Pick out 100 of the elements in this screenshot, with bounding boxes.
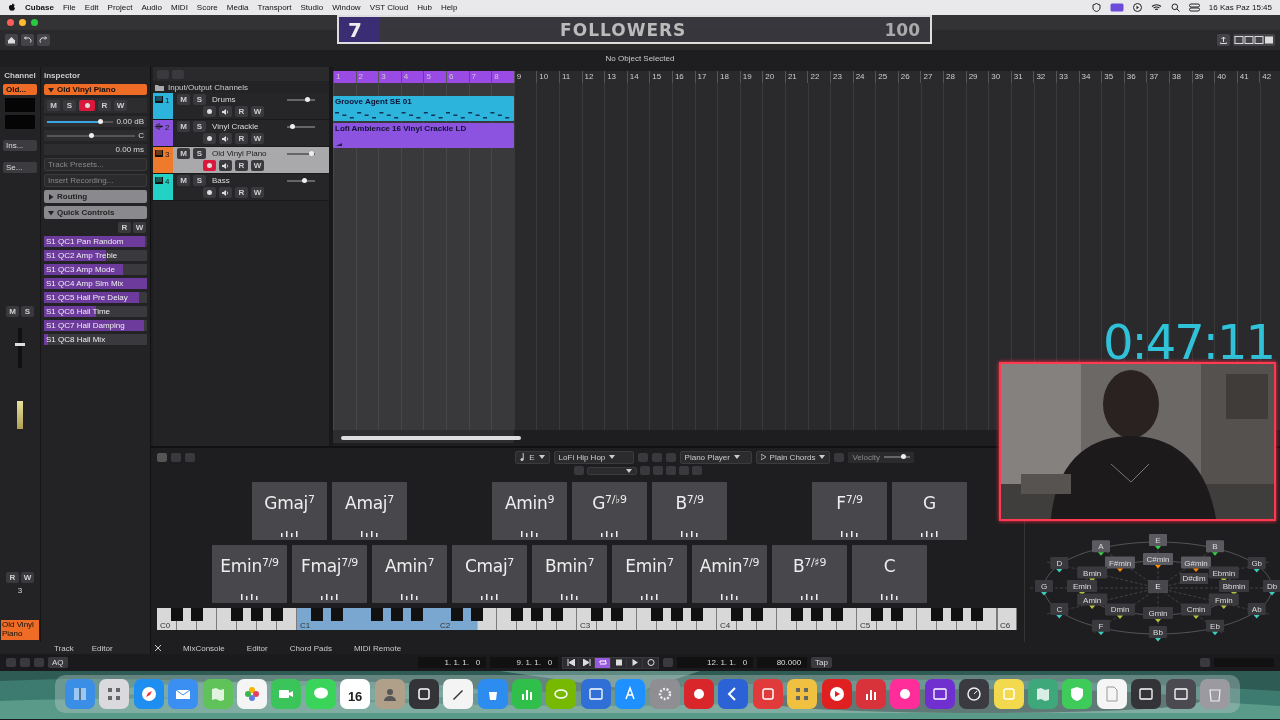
chord-pad[interactable]: C [852, 544, 927, 603]
doc-app-icon[interactable] [1096, 679, 1127, 709]
bars-app-icon[interactable] [512, 679, 543, 709]
camera-app-icon[interactable] [271, 679, 302, 709]
velocity-control[interactable]: Velocity [848, 451, 914, 463]
mute-button[interactable]: M [177, 148, 190, 159]
play-icon[interactable] [1132, 3, 1142, 12]
slider-thumb[interactable] [308, 150, 314, 156]
chord-pad[interactable]: Gmaj$^{7}$ [252, 481, 327, 540]
tempo-field[interactable]: 80.000 [757, 657, 808, 668]
chord-pad[interactable]: Fmaj$^{7/9}$ [292, 544, 367, 603]
mode-dropdown[interactable]: Plain Chords [755, 450, 831, 464]
caret-icon[interactable] [733, 455, 740, 460]
event-clip[interactable]: Lofi Ambience 16 Vinyl Crackle LD [333, 123, 514, 148]
quick-control-slider[interactable]: S1 QC1 Pan Random [44, 236, 147, 247]
write-button[interactable]: W [133, 222, 146, 233]
caret-icon[interactable] [538, 455, 545, 460]
window-minimize-button[interactable] [19, 19, 26, 26]
menu-item[interactable]: Help [440, 3, 458, 12]
quick-control-slider[interactable]: S1 QC5 Hall Pre Delay [44, 292, 147, 303]
keyboard-octave[interactable]: C5 [857, 607, 997, 630]
caret-icon[interactable] [625, 468, 632, 473]
toggle-icon[interactable] [1188, 3, 1200, 12]
trash-app-icon[interactable] [1199, 679, 1230, 709]
window-app-icon[interactable] [1165, 679, 1196, 709]
grid-app-icon[interactable] [99, 679, 130, 709]
quick-control-slider[interactable]: S1 QC7 Hall Damping [44, 320, 147, 331]
presets-dropdown[interactable]: Track Presets... [44, 158, 147, 171]
volume-slider[interactable] [287, 98, 315, 101]
envelope-app-icon[interactable] [168, 679, 199, 709]
quick-control-slider[interactable]: S1 QC2 Amp Treble [44, 250, 147, 261]
chord-node[interactable]: Cmin [1181, 603, 1211, 619]
keyboard-octave[interactable]: C0 [157, 607, 297, 630]
pen-app-icon[interactable] [443, 679, 474, 709]
stop-button[interactable] [611, 657, 627, 668]
read-button[interactable]: R [98, 100, 111, 111]
chord-node[interactable]: Fmin [1208, 593, 1239, 609]
chord-node[interactable]: Bmin [1077, 566, 1108, 582]
chord-pad[interactable]: B$^{7/♯9}$ [772, 544, 847, 603]
redo-icon[interactable] [37, 34, 50, 46]
record-button[interactable] [79, 100, 95, 111]
write-button[interactable]: W [114, 100, 127, 111]
chord-pad[interactable]: Cmaj$^{7}$ [452, 544, 527, 603]
caret-icon[interactable] [609, 455, 616, 460]
zone-tab[interactable]: MixConsole [183, 643, 225, 653]
track-header[interactable]: Old Vinyl Piano [44, 84, 147, 95]
write-button[interactable]: W [21, 572, 34, 583]
menu-item[interactable]: Media [226, 3, 249, 12]
section-header[interactable]: Quick Controls [44, 206, 147, 219]
zone-tab[interactable]: Track [54, 643, 74, 653]
calendar-app-icon[interactable]: 16 [340, 679, 371, 709]
keyboard-octave[interactable]: C2 [437, 607, 577, 630]
volume-slider[interactable] [47, 120, 114, 123]
record-button[interactable] [643, 657, 659, 668]
flower-app-icon[interactable] [236, 679, 267, 709]
chord-node[interactable]: Amin [1077, 593, 1108, 609]
menu-item[interactable]: Audio [141, 3, 162, 12]
chord-pad[interactable]: Amin$^{9}$ [492, 481, 567, 540]
section-header[interactable]: Routing [44, 190, 147, 203]
home-icon[interactable] [5, 34, 18, 46]
menu-item[interactable]: Project [107, 3, 133, 12]
chord-pad[interactable]: Emin$^{7}$ [612, 544, 687, 603]
slider-thumb[interactable] [900, 454, 906, 460]
zone-tab[interactable]: Editor [246, 643, 268, 653]
finder-app-icon[interactable] [65, 679, 95, 709]
slider-thumb[interactable] [301, 177, 307, 183]
track-header[interactable]: 2 M S Vinyl Crackle R W [153, 120, 329, 147]
read-button[interactable]: R [235, 160, 248, 171]
mute-button[interactable]: M [177, 121, 190, 132]
grid-app-icon[interactable] [787, 679, 818, 709]
menu-item[interactable]: VST Cloud [369, 3, 409, 12]
menu-item[interactable]: Hub [417, 3, 432, 12]
zone-tab[interactable]: Editor [91, 643, 113, 653]
play-button[interactable] [627, 657, 643, 668]
window-close-button[interactable] [7, 19, 14, 26]
chord-node[interactable]: B [1206, 540, 1224, 556]
inserts-button[interactable]: Ins... [3, 140, 37, 151]
position-field[interactable]: 12. 1. 1. 0 [677, 657, 754, 668]
quick-control-slider[interactable]: S1 QC8 Hall Mix [44, 334, 147, 345]
forward-button[interactable] [579, 657, 595, 668]
caret-icon[interactable] [819, 455, 826, 460]
volume-slider[interactable] [287, 125, 315, 128]
write-button[interactable]: W [251, 160, 264, 171]
solo-button[interactable]: S [193, 148, 206, 159]
right-locator-field[interactable]: 9. 1. 1. 0 [490, 657, 559, 668]
zone-tab[interactable]: Chord Pads [289, 643, 332, 653]
compass-app-icon[interactable] [133, 679, 164, 709]
chord-node[interactable]: Dmin [1105, 603, 1135, 619]
read-button[interactable]: R [235, 106, 248, 117]
cycle-button[interactable] [595, 657, 611, 668]
piano-keyboard[interactable]: C0 C1 C2 C3 C4 C5 C6 [157, 607, 1017, 630]
disclosure-icon[interactable] [48, 193, 54, 200]
zone-tab[interactable]: MIDI Remote [353, 643, 402, 653]
record-icon[interactable] [207, 163, 212, 168]
circle-app-icon[interactable] [890, 679, 921, 709]
record-button[interactable] [203, 106, 216, 117]
solo-button[interactable]: S [193, 175, 206, 186]
quick-control-slider[interactable]: S1 QC4 Amp Sim Mix [44, 278, 147, 289]
sends-button[interactable]: Se... [3, 162, 37, 173]
write-button[interactable]: W [251, 133, 264, 144]
